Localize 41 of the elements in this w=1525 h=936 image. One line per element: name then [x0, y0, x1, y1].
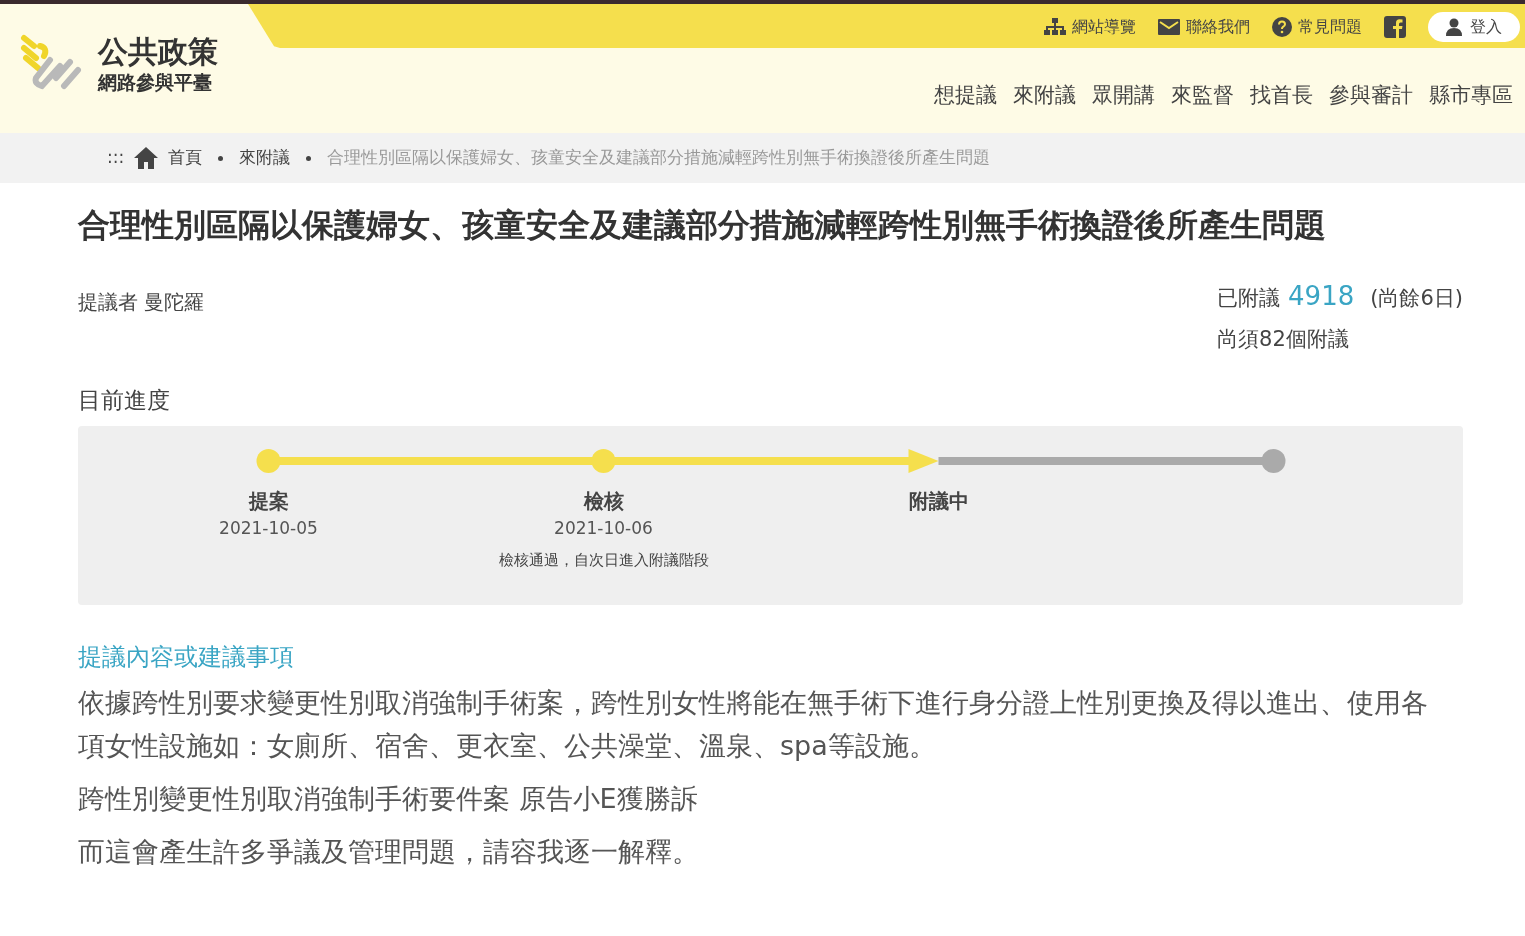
body-paragraph: 而這會產生許多爭議及管理問題，請容我逐一解釋。 [78, 835, 700, 870]
remaining-days: (尚餘6日) [1370, 282, 1463, 315]
mail-icon [1158, 19, 1180, 35]
login-button[interactable]: 登入 [1428, 12, 1520, 42]
nav-link-item[interactable]: 眾開講 [1092, 80, 1155, 112]
site-title: 公共政策 [98, 35, 218, 69]
help-link[interactable]: 常見問題 [1272, 15, 1362, 39]
nav-link-item[interactable]: 找首長 [1250, 80, 1313, 112]
site-subtitle: 網路參與平臺 [98, 70, 213, 96]
endorse-label: 已附議 [1217, 284, 1281, 312]
body-paragraph: 跨性別變更性別取消強制手術要件案 原告小E獲勝訴 [78, 781, 699, 816]
facebook-link[interactable] [1384, 16, 1406, 38]
progress-heading: 目前進度 [78, 386, 171, 416]
step-label: 附議中 [907, 487, 970, 515]
step-label: 提案 [247, 487, 290, 515]
step-label: 檢核 [582, 487, 625, 515]
breadcrumb-item[interactable]: 首頁 [168, 145, 203, 171]
help-icon [1272, 17, 1292, 37]
needed-text: 尚須82個附議 [1217, 325, 1350, 353]
facebook-icon [1384, 16, 1406, 38]
step-date: 2021-10-06 [553, 516, 654, 540]
breadcrumb-item[interactable]: 來附議 [239, 145, 291, 171]
nav-link-item[interactable]: 想提議 [934, 80, 997, 112]
home-icon [134, 147, 159, 169]
content-heading: 提議內容或建議事項 [78, 641, 295, 673]
proposal-title: 合理性別區隔以保護婦女、孩童安全及建議部分措施減輕跨性別無手術換證後所產生問題 [78, 205, 1327, 246]
sitemap-link[interactable]: 網站導覽 [1044, 15, 1136, 39]
user-icon [1446, 18, 1462, 36]
step-date: 2021-10-05 [218, 516, 319, 540]
nav-link-item[interactable]: 縣市專區 [1429, 80, 1513, 112]
body-paragraph: 依據跨性別要求變更性別取消強制手術案，跨性別女性將能在無手術下進行身分證上性別更換及得以進出、使用各項女性設施如：女廁所、宿舍、更衣室、公共澡堂、溫泉、spa等設施。 [78, 685, 1428, 763]
nav-link-item[interactable]: 參與審計 [1329, 80, 1413, 112]
breadcrumb-marker: ::: [107, 146, 125, 170]
endorse-count: 4918 [1288, 279, 1355, 313]
proposer-text: 提議者 曼陀羅 [78, 288, 205, 316]
step-note: 檢核通過，自次日進入附議階段 [497, 550, 710, 572]
nav-link-item[interactable]: 來附議 [1013, 80, 1076, 112]
mail-link[interactable]: 聯絡我們 [1158, 15, 1250, 39]
nav-link-item[interactable]: 來監督 [1171, 80, 1234, 112]
breadcrumb-item: 合理性別區隔以保護婦女、孩童安全及建議部分措施減輕跨性別無手術換證後所產生問題 [327, 146, 991, 170]
sitemap-icon [1044, 18, 1066, 36]
